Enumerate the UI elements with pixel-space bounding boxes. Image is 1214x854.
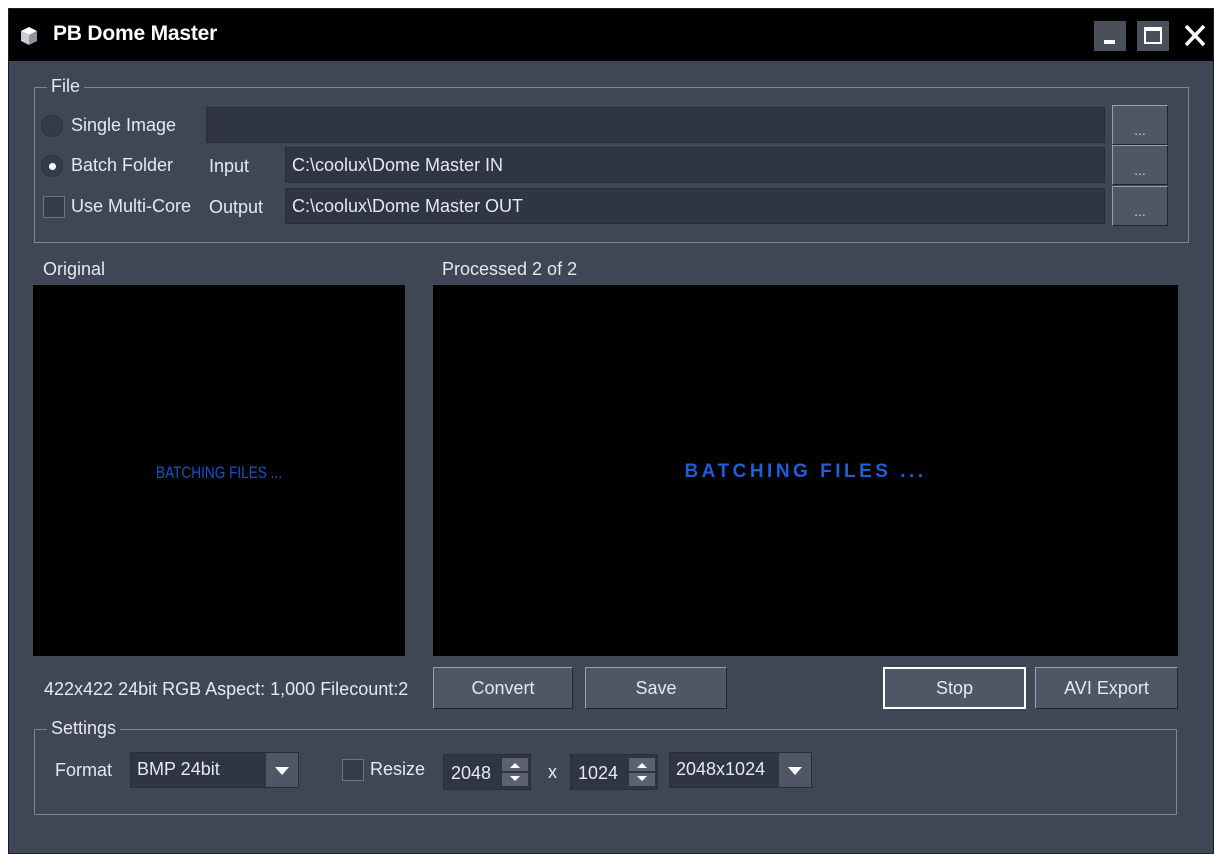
maximize-icon (1144, 27, 1162, 44)
close-button[interactable] (1177, 21, 1213, 51)
window-title: PB Dome Master (53, 22, 218, 45)
output-browse-button[interactable]: ... (1112, 186, 1168, 226)
input-label: Input (209, 156, 250, 176)
size-preset-value: 2048x1024 (676, 759, 766, 779)
processed-batching-message: BATCHING FILES ... (684, 461, 927, 482)
spin-up-down-icon (629, 763, 655, 781)
format-dropdown[interactable]: BMP 24bit (130, 752, 299, 788)
format-label: Format (55, 760, 113, 780)
single-image-label[interactable]: Single Image (71, 115, 176, 136)
processed-label: Processed 2 of 2 (442, 259, 578, 279)
use-multicore-label[interactable]: Use Multi-Core (71, 196, 191, 217)
cube-icon (21, 27, 37, 45)
close-icon (1184, 24, 1206, 47)
input-folder-field[interactable]: C:\coolux\Dome Master IN (285, 147, 1105, 183)
radio-selected-dot (49, 163, 56, 170)
batch-folder-radio[interactable] (41, 155, 63, 177)
original-batching-message: BATCHING FILES ... (156, 463, 282, 482)
times-label: x (548, 762, 557, 782)
resize-label[interactable]: Resize (370, 759, 425, 780)
spin-up-down-icon (502, 763, 528, 781)
resize-checkbox[interactable] (342, 759, 364, 781)
input-browse-button[interactable]: ... (1112, 145, 1168, 185)
image-info-text: 422x422 24bit RGB Aspect: 1,000 Filecoun… (44, 679, 409, 699)
height-spin-buttons[interactable] (629, 758, 655, 786)
title-bar[interactable]: PB Dome Master (9, 9, 1213, 61)
file-group-legend: File (47, 76, 85, 97)
maximize-button[interactable] (1137, 21, 1169, 51)
app-window: PB Dome Master File Single Image ... Bat (8, 8, 1214, 854)
avi-export-button[interactable]: AVI Export (1035, 667, 1178, 709)
width-value: 2048 (451, 763, 492, 783)
height-spinbox[interactable]: 1024 (570, 754, 658, 790)
save-button[interactable]: Save (585, 667, 727, 709)
width-spinbox[interactable]: 2048 (443, 754, 531, 790)
convert-button[interactable]: Convert (433, 667, 573, 709)
single-image-browse-button[interactable]: ... (1112, 105, 1168, 145)
chevron-down-icon (275, 767, 289, 775)
output-label: Output (209, 197, 264, 217)
output-folder-field[interactable]: C:\coolux\Dome Master OUT (285, 188, 1105, 224)
chevron-down-icon (788, 767, 802, 775)
use-multicore-checkbox[interactable] (43, 196, 65, 218)
original-preview: BATCHING FILES ... (33, 285, 405, 656)
original-label: Original (43, 259, 106, 279)
single-image-field[interactable] (206, 107, 1105, 143)
size-preset-dropdown-button[interactable] (779, 753, 811, 787)
processed-preview: BATCHING FILES ... (433, 285, 1178, 656)
height-value: 1024 (578, 763, 619, 783)
size-preset-dropdown[interactable]: 2048x1024 (669, 752, 812, 788)
settings-group-legend: Settings (47, 718, 121, 739)
width-spin-buttons[interactable] (502, 758, 528, 786)
stop-button[interactable]: Stop (883, 667, 1026, 709)
format-value: BMP 24bit (137, 759, 220, 779)
minimize-button[interactable] (1094, 21, 1126, 51)
single-image-radio[interactable] (41, 115, 63, 137)
minimize-icon (1104, 40, 1115, 44)
format-dropdown-button[interactable] (266, 753, 298, 787)
batch-folder-label[interactable]: Batch Folder (71, 155, 173, 176)
